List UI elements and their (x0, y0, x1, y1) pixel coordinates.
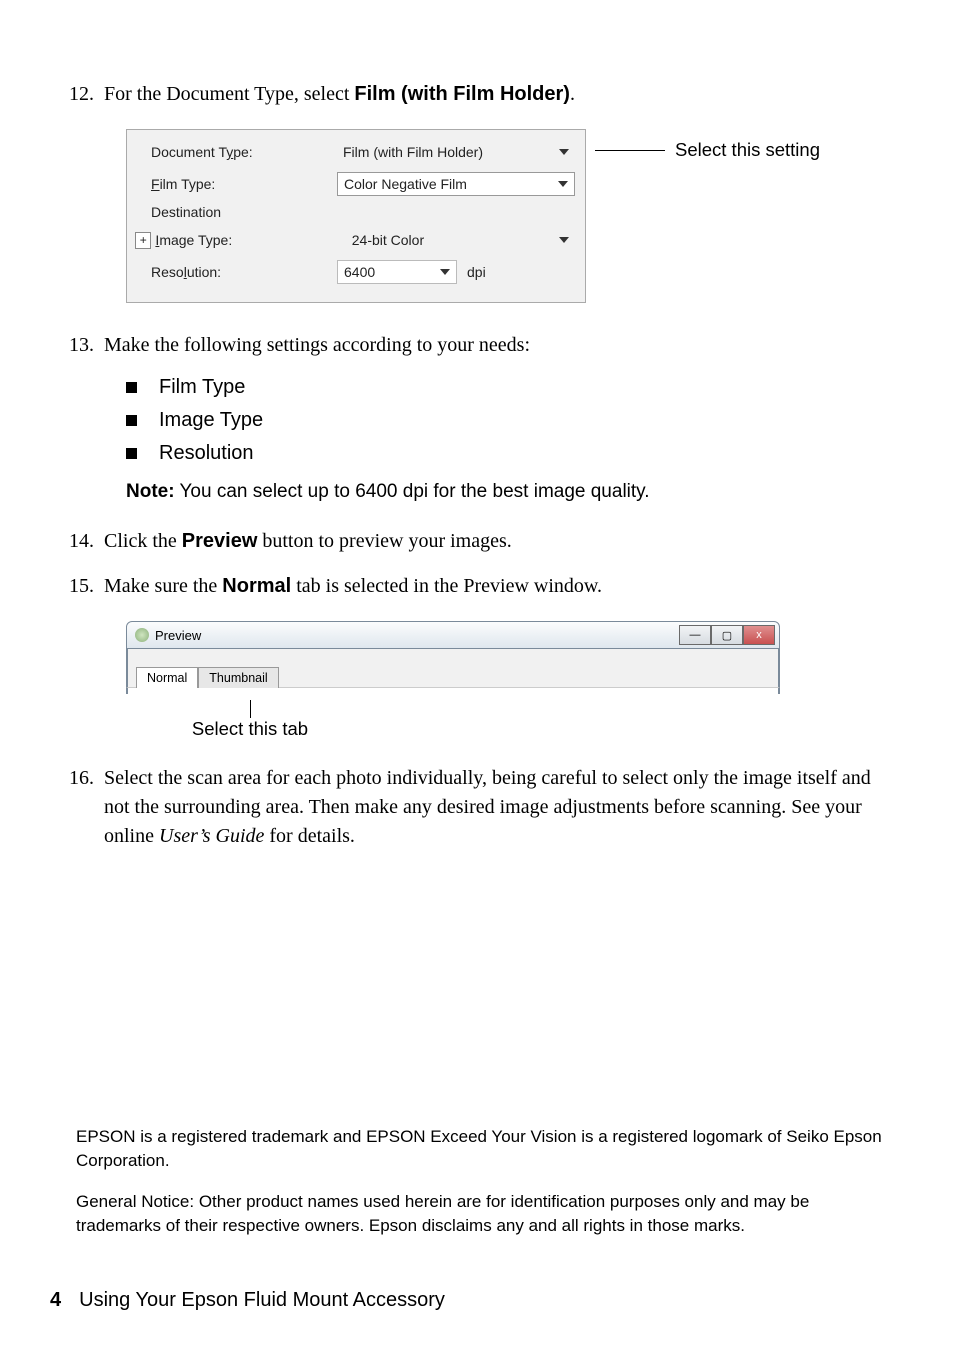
step-text: Make the following settings according to… (104, 331, 884, 360)
expand-button[interactable]: + (135, 232, 151, 249)
destination-row: Destination (127, 200, 585, 224)
chevron-down-icon (440, 269, 450, 275)
legal-paragraph: General Notice: Other product names used… (76, 1190, 884, 1238)
square-bullet-icon (126, 382, 137, 393)
page-footer: 4 Using Your Epson Fluid Mount Accessory (50, 1289, 445, 1312)
bullet-item: Resolution (126, 442, 884, 465)
callout-text: Select this tab (192, 718, 308, 740)
callout-select-tab: Select this tab (180, 700, 320, 740)
step-14: 14. Click the Preview button to preview … (50, 527, 884, 556)
step-15: 15. Make sure the Normal tab is selected… (50, 572, 884, 601)
bullet-text: Image Type (159, 409, 263, 432)
close-button[interactable]: x (743, 625, 775, 645)
dropdown-value: 24-bit Color (352, 232, 424, 248)
resolution-group: 6400 dpi (337, 260, 486, 284)
bullet-text: Resolution (159, 442, 254, 465)
label-resolution: Resolution: (151, 264, 337, 280)
tab-name: Normal (222, 575, 291, 597)
callout-line (595, 150, 665, 151)
legal-text: EPSON is a registered trademark and EPSO… (76, 1125, 884, 1256)
image-type-row: + Image Type: 24-bit Color (127, 224, 585, 256)
window-buttons: — ▢ x (679, 625, 775, 645)
minimize-button[interactable]: — (679, 625, 711, 645)
resolution-dropdown[interactable]: 6400 (337, 260, 457, 284)
dropdown-value: 6400 (344, 264, 375, 280)
bullet-item: Image Type (126, 409, 884, 432)
chevron-down-icon (558, 181, 568, 187)
text: for details. (264, 825, 355, 847)
maximize-button[interactable]: ▢ (711, 625, 743, 645)
text: Make sure the (104, 575, 222, 597)
settings-panel: Document Type: Film (with Film Holder) F… (126, 129, 586, 303)
tab-thumbnail[interactable]: Thumbnail (198, 667, 278, 688)
callout-line (250, 700, 251, 718)
chevron-down-icon (559, 237, 569, 243)
step-number: 16. (50, 764, 104, 851)
dropdown-value: Film (with Film Holder) (343, 144, 483, 160)
text: tab is selected in the Preview window. (291, 575, 602, 597)
bullet-text: Film Type (159, 376, 245, 399)
label-film-type: Film Type: (151, 176, 337, 192)
label-document-type: Document Type: (151, 144, 337, 160)
step-number: 15. (50, 572, 104, 601)
film-type-dropdown[interactable]: Color Negative Film (337, 172, 575, 196)
callout-text: Select this setting (675, 139, 820, 161)
bullet-item: Film Type (126, 376, 884, 399)
window-titlebar: Preview — ▢ x (126, 621, 780, 649)
resolution-unit: dpi (467, 264, 486, 280)
preview-window: Preview — ▢ x Normal Thumbnail (126, 621, 780, 694)
text: . (570, 83, 575, 105)
preview-window-screenshot: Preview — ▢ x Normal Thumbnail (126, 621, 884, 694)
app-icon (135, 628, 149, 642)
tab-normal[interactable]: Normal (136, 667, 198, 688)
label-image-type: Image Type: (155, 232, 345, 248)
chevron-down-icon (559, 149, 569, 155)
window-title: Preview (155, 628, 201, 643)
step-13: 13. Make the following settings accordin… (50, 331, 884, 360)
label-destination: Destination (151, 204, 337, 220)
step-text: Select the scan area for each photo indi… (104, 764, 884, 851)
text: For the Document Type, select (104, 83, 354, 105)
square-bullet-icon (126, 448, 137, 459)
legal-paragraph: EPSON is a registered trademark and EPSO… (76, 1125, 884, 1173)
step-text: For the Document Type, select Film (with… (104, 80, 884, 109)
window-content-strip (126, 687, 780, 694)
window-body: Normal Thumbnail (126, 649, 780, 687)
title-left: Preview (135, 628, 201, 643)
step-text: Click the Preview button to preview your… (104, 527, 884, 556)
document-type-row: Document Type: Film (with Film Holder) (127, 136, 585, 168)
page-number: 4 (50, 1289, 61, 1312)
footer-title: Using Your Epson Fluid Mount Accessory (79, 1289, 445, 1312)
note: Note: You can select up to 6400 dpi for … (126, 481, 884, 503)
document-type-dropdown[interactable]: Film (with Film Holder) (337, 140, 575, 164)
step-16: 16. Select the scan area for each photo … (50, 764, 884, 851)
image-type-dropdown[interactable]: 24-bit Color (346, 228, 575, 252)
step-text: Make sure the Normal tab is selected in … (104, 572, 884, 601)
resolution-row: Resolution: 6400 dpi (127, 256, 585, 288)
step-12: 12. For the Document Type, select Film (… (50, 80, 884, 109)
button-name: Preview (182, 530, 258, 552)
callout-select-setting: Select this setting (595, 139, 820, 161)
film-type-row: Film Type: Color Negative Film (127, 168, 585, 200)
bullet-list: Film Type Image Type Resolution (126, 376, 884, 465)
step-number: 12. (50, 80, 104, 109)
text: Click the (104, 530, 182, 552)
note-label: Note: (126, 481, 175, 502)
text: button to preview your images. (257, 530, 511, 552)
step-number: 14. (50, 527, 104, 556)
step-number: 13. (50, 331, 104, 360)
settings-panel-screenshot: Document Type: Film (with Film Holder) F… (126, 129, 884, 303)
setting-name: Film (with Film Holder) (354, 83, 570, 105)
guide-name: User’s Guide (159, 825, 264, 847)
dropdown-value: Color Negative Film (344, 176, 467, 192)
square-bullet-icon (126, 415, 137, 426)
note-text: You can select up to 6400 dpi for the be… (175, 481, 650, 502)
